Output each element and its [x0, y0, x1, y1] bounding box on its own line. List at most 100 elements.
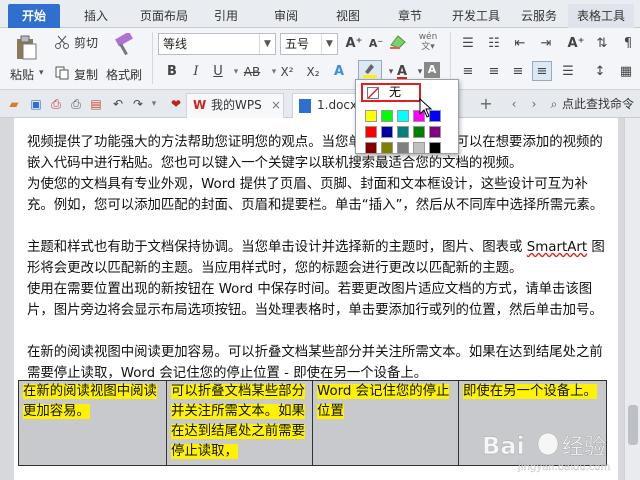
doc-file-icon — [299, 99, 311, 113]
customize-dropdown-icon[interactable]: ▾ — [146, 96, 162, 112]
tab-insert[interactable]: 插入 — [74, 4, 118, 28]
line-spacing-icon[interactable]: ↕ — [590, 62, 610, 82]
save-icon[interactable]: ▣ — [28, 96, 44, 112]
highlight-color-menu: 无 — [355, 79, 459, 154]
strikethrough-button[interactable]: AB — [240, 62, 264, 82]
font-size-select[interactable]: 五号 ▼ — [280, 33, 338, 55]
tab-developer[interactable]: 开发工具 — [446, 4, 506, 28]
font-name-select[interactable]: 等线 ▼ — [158, 33, 276, 55]
format-painter-icon[interactable] — [112, 32, 136, 58]
distribute-icon[interactable]: ☰ — [558, 62, 578, 82]
undo-icon[interactable]: ↶ — [110, 96, 126, 112]
increase-indent-icon[interactable]: ⇥ — [536, 34, 556, 54]
tab-references[interactable]: 引用 — [204, 4, 248, 28]
command-search[interactable]: 点此查找命令 — [562, 95, 634, 112]
new-tab-icon[interactable]: + — [478, 96, 494, 112]
color-swatch[interactable] — [397, 110, 409, 122]
align-right-icon[interactable]: ≡ — [508, 62, 528, 82]
bullet-list-icon[interactable]: ☰ — [458, 34, 478, 54]
justify-icon[interactable]: ≡ — [532, 61, 552, 81]
no-color-button[interactable]: 无 — [361, 83, 421, 102]
highlighted-text: 即使在另一个设备上。 — [463, 384, 597, 399]
bold-button[interactable]: B — [162, 62, 182, 82]
color-swatch[interactable] — [381, 142, 393, 154]
format-painter-button[interactable]: 格式刷 — [106, 66, 142, 83]
show-marks-icon[interactable]: ¶ — [618, 34, 638, 54]
color-swatch[interactable] — [381, 126, 393, 138]
chevron-right-icon[interactable]: › — [526, 96, 542, 112]
underline-button[interactable]: U — [208, 62, 228, 82]
export-pdf-icon[interactable]: ▤ — [88, 96, 104, 112]
tab-review[interactable]: 审阅 — [264, 4, 308, 28]
color-swatch[interactable] — [365, 110, 377, 122]
grow-font-icon[interactable]: A⁺ — [344, 34, 364, 54]
paste-button[interactable]: 粘贴 — [10, 66, 34, 83]
redo-icon[interactable]: ↷ — [130, 96, 146, 112]
chevron-down-icon[interactable]: ▼ — [321, 34, 337, 54]
phonetic-guide-icon[interactable]: wén 文▾ — [414, 32, 442, 52]
scissors-icon[interactable] — [54, 34, 70, 50]
color-swatch[interactable] — [381, 110, 393, 122]
tab-section[interactable]: 章节 — [388, 4, 432, 28]
paragraph: 在新的阅读视图中阅读更加容易。可以折叠文档某些部分并关注所需文本。如果在达到结尾… — [27, 345, 603, 381]
decrease-indent-icon[interactable]: ⇤ — [510, 34, 530, 54]
color-swatch[interactable] — [365, 142, 377, 154]
char-shading-icon[interactable]: A — [424, 62, 440, 78]
numbered-list-icon[interactable]: ☷ — [484, 34, 504, 54]
borders-icon[interactable]: ▦ — [616, 62, 636, 82]
print-icon[interactable]: ⎙ — [68, 96, 84, 112]
paste-icon[interactable] — [12, 34, 40, 62]
paste-dropdown-icon[interactable]: ▾ — [39, 68, 44, 78]
ribbon-divider — [450, 32, 451, 84]
superscript-button[interactable]: X² — [276, 62, 298, 82]
tab-view[interactable]: 视图 — [326, 4, 370, 28]
tab-page-layout[interactable]: 页面布局 — [132, 4, 196, 28]
print-preview-icon[interactable]: ⎙ — [48, 96, 64, 112]
tab-my-wps[interactable]: W 我的WPS × — [186, 93, 284, 118]
highlight-color-icon[interactable] — [358, 60, 382, 80]
color-swatch[interactable] — [429, 142, 441, 154]
svg-text:Bai: Bai — [482, 432, 525, 460]
search-icon[interactable]: ⌕ — [546, 96, 562, 112]
chevron-left-icon[interactable]: ‹ — [506, 96, 522, 112]
tab-home[interactable]: 开始 — [8, 4, 60, 28]
highlighted-text: 在新的阅读视图中阅读更加容易。 — [23, 384, 157, 419]
sort-icon[interactable]: ⇅ — [592, 34, 612, 54]
chevron-down-icon[interactable]: ▼ — [259, 34, 275, 54]
ribbon: 粘贴 ▾ 剪切 复制 格式刷 等线 ▼ 五号 ▼ A⁺ A⁻ wén 文▾ ☰ ☷… — [0, 28, 640, 90]
align-left-icon[interactable]: ≡ — [458, 62, 478, 82]
clear-format-icon[interactable] — [388, 34, 408, 54]
scrollbar-thumb[interactable] — [628, 405, 638, 445]
pin-icon[interactable]: ❤ — [168, 96, 184, 112]
close-icon[interactable]: × — [271, 94, 281, 117]
font-size-value: 五号 — [285, 37, 310, 51]
color-swatch[interactable] — [397, 142, 409, 154]
folder-icon[interactable]: ▰ — [6, 96, 22, 112]
effects-icon[interactable]: A — [330, 62, 350, 82]
color-swatch[interactable] — [413, 126, 425, 138]
chinese-layout-icon[interactable]: A⁺ — [566, 34, 586, 54]
shrink-font-icon[interactable]: A⁻ — [366, 34, 386, 54]
paragraph: 主题和样式也有助于文档保持协调。当您单击设计并选择新的主题时，图片、图表或 Sm… — [27, 237, 607, 279]
italic-button[interactable]: I — [186, 62, 206, 82]
subscript-button[interactable]: X₂ — [302, 62, 324, 82]
color-swatch[interactable] — [429, 126, 441, 138]
copy-button[interactable]: 复制 — [74, 66, 98, 83]
ribbon-tab-bar: 开始 插入 页面布局 引用 审阅 视图 章节 开发工具 云服务 表格工具 — [0, 0, 640, 28]
table-cell[interactable]: 在新的阅读视图中阅读更加容易。 — [18, 380, 167, 466]
tab-cloud[interactable]: 云服务 — [514, 4, 564, 28]
align-center-icon[interactable]: ≡ — [484, 62, 504, 82]
copy-icon[interactable] — [54, 65, 70, 81]
cut-button[interactable]: 剪切 — [74, 34, 98, 51]
quick-access-bar: ▰ ▣ ⎙ ⎙ ▤ ↶ ↷ ▾ ❤ W 我的WPS × 1.docx + ‹ ›… — [0, 90, 640, 118]
baidu-logo-icon: Bai 经验 jingyan.baidu.com — [482, 432, 611, 473]
table-cell[interactable]: Word 会记住您的停止位置 — [312, 380, 459, 466]
color-swatch[interactable] — [365, 126, 377, 138]
table-cell[interactable]: 可以折叠文档某些部分并关注所需文本。如果在达到结尾处之前需要停止读取， — [166, 380, 313, 466]
color-swatch[interactable] — [397, 126, 409, 138]
tab-table-tools[interactable]: 表格工具 — [568, 4, 634, 28]
paragraph: 使用在需要位置出现的新按钮在 Word 中保存时间。若要更改图片适应文档的方式，… — [27, 282, 603, 318]
highlighted-text: Word 会记住您的停止位置 — [317, 384, 450, 419]
baidu-watermark: Bai 经验 jingyan.baidu.com — [478, 424, 628, 474]
color-swatch[interactable] — [413, 142, 425, 154]
